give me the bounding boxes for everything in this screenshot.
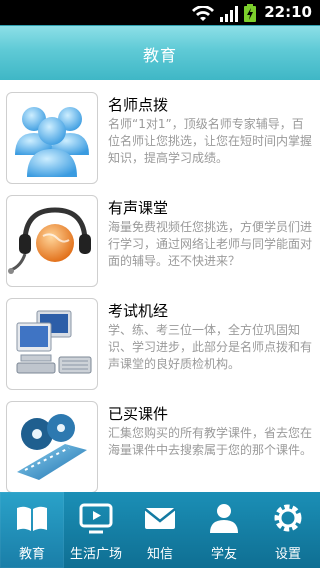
tab-zhixin[interactable]: 知信 [128,492,192,568]
gear-icon [274,504,302,532]
signal-icon [220,6,238,22]
battery-charging-icon [244,4,256,22]
bottom-tab-bar: 教育 生活广场 知信 学友 设置 [0,492,320,568]
header-bar: 教育 [0,25,320,80]
film-reel-icon [6,401,98,493]
tab-jiaoyu[interactable]: 教育 [0,492,64,568]
item-description: 名师“1对1”，顶级名师专家辅导，百位名师让您挑选，让您在短时间内掌握知识，提高… [108,117,313,165]
tab-label: 知信 [146,547,173,562]
tab-shezhi[interactable]: 设置 [256,492,320,568]
status-icons [192,4,256,22]
tab-xueyou[interactable]: 学友 [192,492,256,568]
wifi-icon [192,6,214,21]
page-title: 教育 [142,46,177,65]
item-title: 有声课堂 [108,199,169,217]
envelope-icon [144,508,176,529]
item-description: 汇集您购买的所有教学课件，省去您在海量课件中去搜索属于您的那个课件。 [108,426,313,457]
list-item-yimai[interactable]: 已买课件 汇集您购买的所有教学课件，省去您在海量课件中去搜索属于您的那个课件。 [0,389,320,493]
tab-label: 教育 [18,547,45,562]
item-title: 考试机经 [108,302,169,320]
tab-label: 学友 [210,547,237,562]
users-icon [6,92,98,184]
tab-label: 生活广场 [69,547,122,562]
list-item-mingshi[interactable]: 名师点拨 名师“1对1”，顶级名师专家辅导，百位名师让您挑选，让您在短时间内掌握… [0,80,320,184]
status-bar: 22:10 [0,0,320,25]
item-description: 学、练、考三位一体，全方位巩固知识、学习进步，此部分是名师点拨和有声课堂的良好质… [108,323,313,371]
item-title: 名师点拨 [108,96,169,114]
feature-list: 名师点拨 名师“1对1”，顶级名师专家辅导，百位名师让您挑选，让您在短时间内掌握… [0,80,320,493]
item-title: 已买课件 [108,405,169,423]
book-icon [17,506,47,531]
tv-icon [79,503,113,534]
person-icon [210,504,238,533]
list-item-kaoshi[interactable]: 考试机经 学、练、考三位一体，全方位巩固知识、学习进步，此部分是名师点拨和有声课… [0,286,320,390]
computer-icon [6,298,98,390]
tab-shenghuo-guangchang[interactable]: 生活广场 [64,492,128,568]
status-time: 22:10 [264,3,312,21]
headset-globe-icon [6,195,98,287]
item-description: 海量免费视频任您挑选，方便学员们进行学习，通过网络让老师与同学能面对面的辅导。还… [108,220,313,268]
tab-label: 设置 [274,547,301,562]
list-item-yousheng[interactable]: 有声课堂 海量免费视频任您挑选，方便学员们进行学习，通过网络让老师与同学能面对面… [0,183,320,287]
